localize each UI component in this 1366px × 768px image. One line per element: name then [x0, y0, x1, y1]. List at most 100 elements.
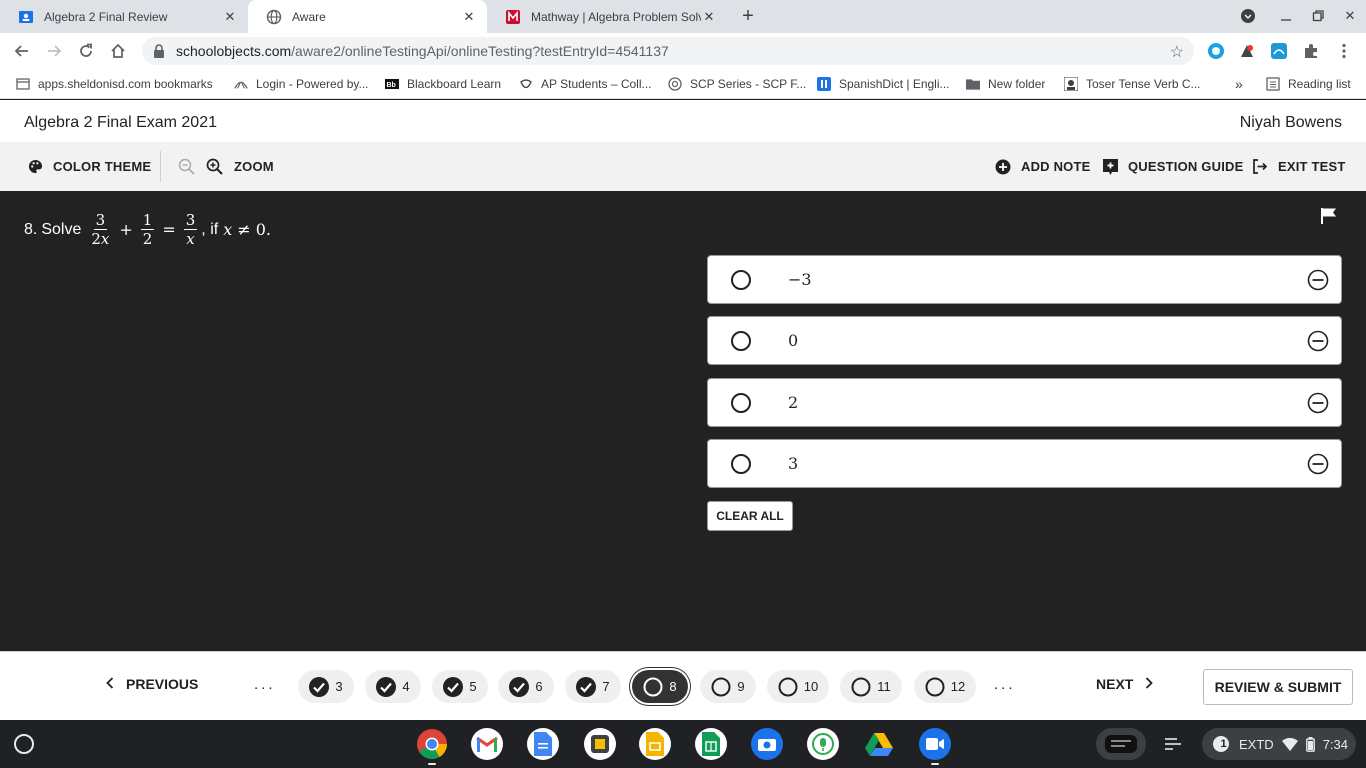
add-note-button[interactable]: ADD NOTE: [995, 142, 1091, 191]
condition-rest: ≠ 0.: [237, 220, 271, 239]
bookmark-scp[interactable]: SCP Series - SCP F...: [668, 75, 806, 93]
bookmark-toser[interactable]: Toser Tense Verb C...: [1064, 75, 1201, 93]
reload-icon[interactable]: [74, 39, 98, 63]
back-icon[interactable]: [10, 39, 34, 63]
bookmark-spanishdict[interactable]: SpanishDict | Engli...: [817, 75, 950, 93]
drive-icon[interactable]: [863, 728, 895, 760]
extension-3-icon[interactable]: [1269, 41, 1289, 61]
close-tab-icon[interactable]: ✕: [461, 9, 477, 25]
close-tab-icon[interactable]: ✕: [222, 9, 238, 25]
voice-icon[interactable]: [807, 728, 839, 760]
answer-choice-d[interactable]: 3: [707, 439, 1342, 488]
question-guide-button[interactable]: QUESTION GUIDE: [1103, 142, 1243, 191]
extension-1-icon[interactable]: [1206, 41, 1226, 61]
bookmark-login[interactable]: Login - Powered by...: [234, 75, 369, 93]
chrome-icon[interactable]: [416, 728, 448, 760]
fraction-3: 3 x: [183, 211, 198, 248]
answer-choice-b[interactable]: 0: [707, 316, 1342, 365]
bookmark-label: Blackboard Learn: [407, 77, 502, 91]
ellipsis-after[interactable]: ...: [994, 676, 1016, 693]
tab-title: Aware: [292, 9, 326, 24]
next-button[interactable]: NEXT: [1096, 676, 1154, 692]
radio-button[interactable]: [731, 331, 751, 351]
exit-test-button[interactable]: EXIT TEST: [1253, 142, 1346, 191]
clipboard-icon[interactable]: [1160, 728, 1186, 760]
gmail-icon[interactable]: [471, 728, 503, 760]
status-tray[interactable]: 1 EXTD 7:34: [1202, 728, 1356, 760]
question-pill-11[interactable]: 11: [840, 670, 902, 703]
question-pill-10[interactable]: 10: [767, 670, 829, 703]
tab-mathway[interactable]: Mathway | Algebra Problem Solver ✕: [487, 0, 727, 33]
radio-button[interactable]: [731, 270, 751, 290]
bookmark-label: apps.sheldonisd.com bookmarks: [38, 77, 213, 91]
bookmarks-bar: apps.sheldonisd.com bookmarks Login - Po…: [0, 69, 1366, 99]
bookmark-star-icon[interactable]: ☆: [1170, 42, 1184, 62]
ellipsis-before[interactable]: ...: [254, 676, 276, 693]
restore-icon[interactable]: [1308, 6, 1328, 26]
question-pill-3[interactable]: 3: [298, 670, 354, 703]
menu-kebab-icon[interactable]: [1334, 41, 1354, 61]
check-circle-icon: [509, 676, 530, 697]
address-bar[interactable]: schoolobjects.com/aware2/onlineTestingAp…: [142, 37, 1194, 65]
clear-all-button[interactable]: CLEAR ALL: [707, 501, 793, 531]
flag-icon[interactable]: [1320, 207, 1338, 230]
eliminate-icon[interactable]: [1307, 269, 1329, 291]
holding-space-icon[interactable]: [1096, 728, 1146, 760]
choice-value: 2: [788, 393, 799, 412]
tab-aware[interactable]: Aware ✕: [248, 0, 487, 33]
url-host: schoolobjects.com: [176, 43, 292, 59]
bookmark-new-folder[interactable]: New folder: [966, 75, 1045, 93]
toser-icon: [1064, 77, 1078, 91]
review-submit-button[interactable]: REVIEW & SUBMIT: [1203, 669, 1353, 705]
more-bookmarks-icon[interactable]: »: [1235, 75, 1243, 93]
radio-button[interactable]: [731, 393, 751, 413]
new-tab-icon[interactable]: +: [737, 5, 759, 27]
forward-icon[interactable]: [42, 39, 66, 63]
answer-choice-a[interactable]: −3: [707, 255, 1342, 304]
tab-algebra-review[interactable]: Algebra 2 Final Review ✕: [0, 0, 248, 33]
browser-tab-strip: Algebra 2 Final Review ✕ Aware ✕ Mathway…: [0, 0, 1366, 33]
previous-button[interactable]: PREVIOUS: [106, 676, 198, 692]
question-pill-5[interactable]: 5: [432, 670, 488, 703]
bookmark-apps[interactable]: apps.sheldonisd.com bookmarks: [16, 75, 213, 93]
reading-list[interactable]: Reading list: [1266, 75, 1351, 93]
bookmark-blackboard[interactable]: Bb Blackboard Learn: [385, 75, 501, 93]
question-pill-6[interactable]: 6: [498, 670, 554, 703]
eliminate-icon[interactable]: [1307, 330, 1329, 352]
eliminate-icon[interactable]: [1307, 453, 1329, 475]
extension-2-icon[interactable]: [1237, 41, 1257, 61]
zoom-out-button[interactable]: [178, 142, 206, 191]
question-pill-8-current[interactable]: 8: [632, 670, 688, 703]
exam-toolbar: COLOR THEME ZOOM ADD NOTE QUESTION GUIDE…: [0, 142, 1366, 191]
extensions-puzzle-icon[interactable]: [1301, 41, 1321, 61]
zoom-in-button[interactable]: ZOOM: [206, 142, 274, 191]
previous-label: PREVIOUS: [126, 676, 199, 692]
home-icon[interactable]: [106, 39, 130, 63]
color-theme-button[interactable]: COLOR THEME: [28, 142, 151, 191]
question-pill-9[interactable]: 9: [700, 670, 756, 703]
question-pill-7[interactable]: 7: [565, 670, 621, 703]
camera-icon[interactable]: [751, 728, 783, 760]
launcher-icon[interactable]: [14, 734, 34, 754]
classroom-icon: [18, 9, 34, 25]
next-label: NEXT: [1096, 676, 1134, 692]
bookmark-ap-students[interactable]: AP Students – Coll...: [519, 75, 652, 93]
radio-button[interactable]: [731, 454, 751, 474]
answer-choice-c[interactable]: 2: [707, 378, 1342, 427]
sheets-icon[interactable]: [695, 728, 727, 760]
close-window-icon[interactable]: ✕: [1340, 6, 1360, 26]
meet-icon[interactable]: [919, 728, 951, 760]
bookmark-label: Toser Tense Verb C...: [1086, 77, 1201, 91]
screencast-icon[interactable]: [584, 728, 616, 760]
eliminate-icon[interactable]: [1307, 392, 1329, 414]
docs-icon[interactable]: [527, 728, 559, 760]
close-tab-icon[interactable]: ✕: [701, 9, 717, 25]
minimize-icon[interactable]: [1276, 6, 1296, 26]
add-note-label: ADD NOTE: [1021, 159, 1091, 174]
question-pill-4[interactable]: 4: [365, 670, 421, 703]
check-circle-icon: [576, 676, 597, 697]
question-pill-12[interactable]: 12: [914, 670, 976, 703]
tab-search-icon[interactable]: [1238, 6, 1258, 26]
slides-icon[interactable]: [639, 728, 671, 760]
guide-icon: [1103, 158, 1118, 175]
